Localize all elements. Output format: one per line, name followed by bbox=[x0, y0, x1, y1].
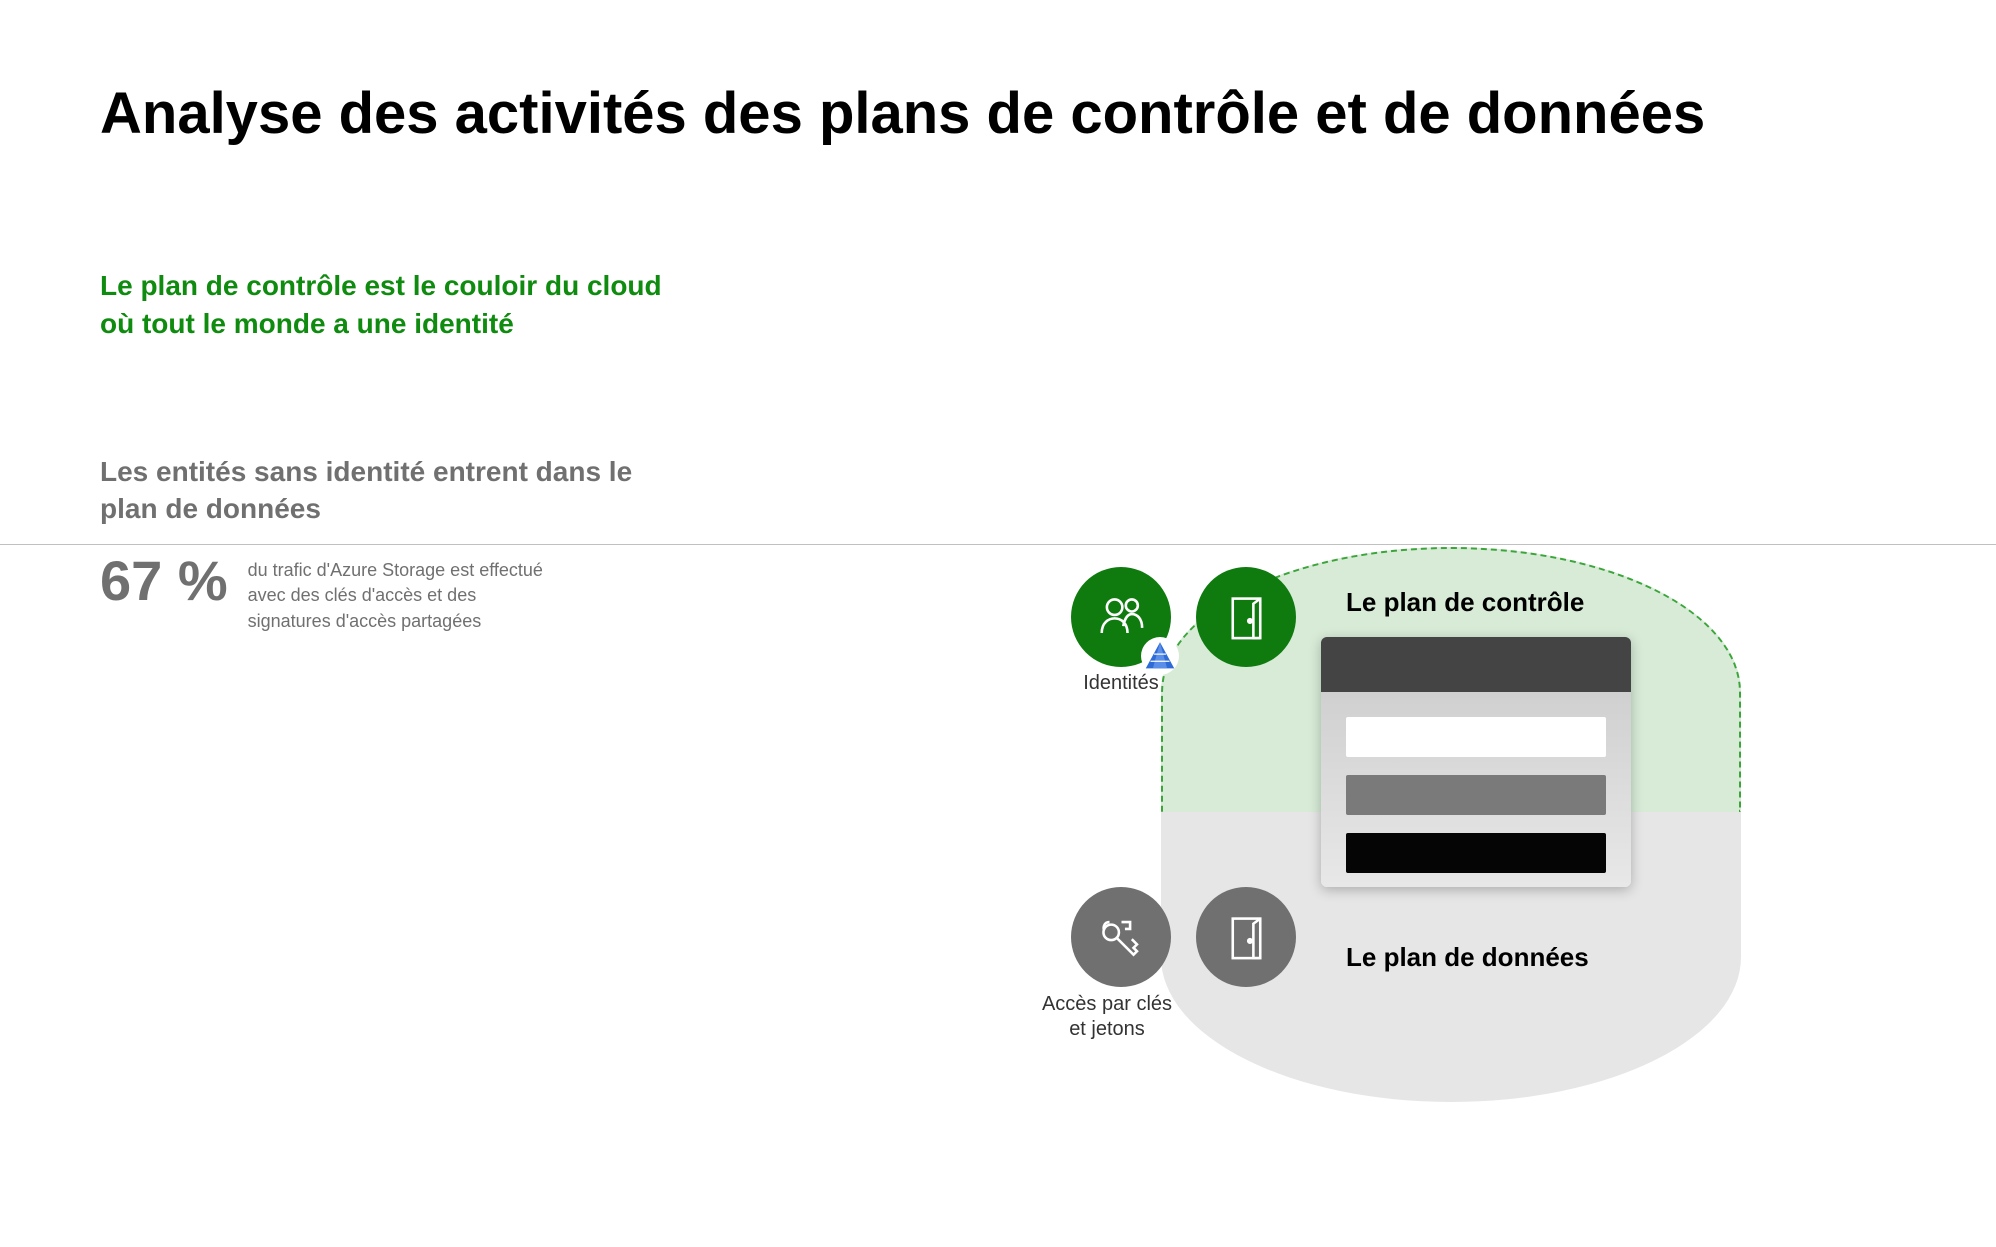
slide-container: Analyse des activités des plans de contr… bbox=[0, 0, 1996, 1125]
planes-diagram: Le plan de contrôle Le plan de données bbox=[1046, 547, 1796, 1247]
key-icon bbox=[1094, 910, 1149, 965]
stat-percentage: 67 % bbox=[100, 553, 228, 609]
door-icon bbox=[1219, 590, 1274, 645]
door-icon bbox=[1219, 910, 1274, 965]
identities-label: Identités bbox=[1046, 672, 1196, 695]
data-plane-label: Le plan de données bbox=[1346, 942, 1589, 973]
stat-row: 67 % du trafic d'Azure Storage est effec… bbox=[100, 553, 680, 634]
application-box bbox=[1321, 637, 1631, 887]
identities-icon bbox=[1071, 567, 1171, 667]
control-plane-heading: Le plan de contrôle est le couloir du cl… bbox=[100, 267, 680, 343]
data-plane-heading: Les entités sans identité entrent dans l… bbox=[100, 453, 680, 529]
app-row-black bbox=[1346, 833, 1606, 873]
stat-description: du trafic d'Azure Storage est effectué a… bbox=[248, 553, 548, 634]
pyramid-badge-icon bbox=[1141, 637, 1179, 675]
app-header-bar bbox=[1321, 637, 1631, 692]
app-row-white bbox=[1346, 717, 1606, 757]
keys-label: Accès par clés et jetons bbox=[1032, 992, 1182, 1042]
control-plane-label: Le plan de contrôle bbox=[1346, 587, 1584, 618]
data-door-icon bbox=[1196, 887, 1296, 987]
left-column: Le plan de contrôle est le couloir du cl… bbox=[100, 267, 720, 634]
app-body bbox=[1321, 692, 1631, 887]
keys-token-icon bbox=[1071, 887, 1171, 987]
content-area: Le plan de contrôle est le couloir du cl… bbox=[100, 267, 1896, 634]
control-door-icon bbox=[1196, 567, 1296, 667]
app-row-gray bbox=[1346, 775, 1606, 815]
slide-title: Analyse des activités des plans de contr… bbox=[100, 80, 1896, 147]
horizontal-divider bbox=[0, 544, 1996, 545]
